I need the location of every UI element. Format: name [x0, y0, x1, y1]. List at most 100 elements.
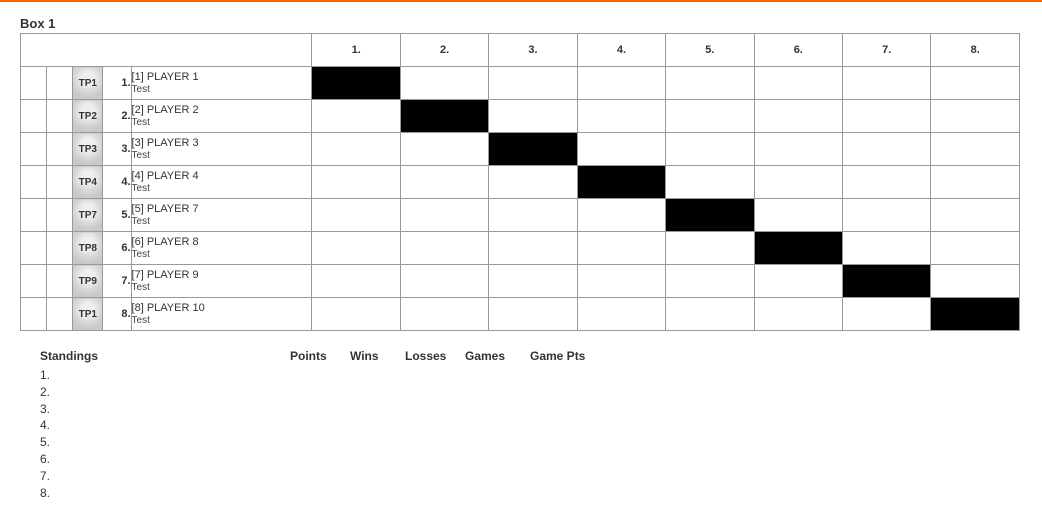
- self-cell: [843, 265, 931, 298]
- match-cell[interactable]: [489, 199, 577, 232]
- player-seed: [8]: [132, 302, 147, 314]
- col-wins: Wins: [350, 349, 395, 363]
- player-number: 1.: [103, 67, 131, 100]
- match-cell[interactable]: [754, 298, 842, 331]
- player-club: Test: [132, 117, 312, 129]
- row-stub: [47, 199, 73, 232]
- match-cell[interactable]: [931, 232, 1020, 265]
- player-name: PLAYER 4: [147, 170, 199, 182]
- player-code: TP7: [73, 199, 103, 232]
- match-cell[interactable]: [754, 67, 842, 100]
- match-cell[interactable]: [312, 166, 400, 199]
- row-stub: [47, 67, 73, 100]
- player-number: 5.: [103, 199, 131, 232]
- match-cell[interactable]: [666, 100, 754, 133]
- match-cell[interactable]: [666, 232, 754, 265]
- match-cell[interactable]: [312, 100, 400, 133]
- player-club: Test: [132, 282, 312, 294]
- table-row: TP86.[6] PLAYER 8Test: [21, 232, 1020, 265]
- match-cell[interactable]: [400, 67, 488, 100]
- player-seed: [4]: [132, 170, 147, 182]
- col-header-2: 2.: [400, 34, 488, 67]
- row-stub: [47, 232, 73, 265]
- self-cell: [931, 298, 1020, 331]
- player-club: Test: [132, 150, 312, 162]
- match-cell[interactable]: [400, 232, 488, 265]
- match-cell[interactable]: [577, 199, 665, 232]
- match-cell[interactable]: [489, 265, 577, 298]
- standings-item: 3.: [40, 401, 260, 418]
- match-cell[interactable]: [666, 67, 754, 100]
- match-cell[interactable]: [400, 199, 488, 232]
- match-cell[interactable]: [400, 298, 488, 331]
- match-cell[interactable]: [754, 100, 842, 133]
- match-cell[interactable]: [400, 265, 488, 298]
- match-cell[interactable]: [489, 67, 577, 100]
- col-header-4: 4.: [577, 34, 665, 67]
- match-cell[interactable]: [312, 298, 400, 331]
- match-cell[interactable]: [312, 199, 400, 232]
- match-cell[interactable]: [754, 133, 842, 166]
- match-cell[interactable]: [931, 100, 1020, 133]
- match-cell[interactable]: [754, 166, 842, 199]
- match-cell[interactable]: [489, 232, 577, 265]
- match-cell[interactable]: [312, 133, 400, 166]
- match-cell[interactable]: [931, 199, 1020, 232]
- match-cell[interactable]: [577, 67, 665, 100]
- match-cell[interactable]: [312, 265, 400, 298]
- row-stub: [47, 100, 73, 133]
- match-cell[interactable]: [754, 265, 842, 298]
- crosstab-table: 1.2.3.4.5.6.7.8. TP11.[1] PLAYER 1TestTP…: [20, 33, 1020, 331]
- table-row: TP11.[1] PLAYER 1Test: [21, 67, 1020, 100]
- match-cell[interactable]: [577, 265, 665, 298]
- match-cell[interactable]: [931, 265, 1020, 298]
- match-cell[interactable]: [577, 298, 665, 331]
- player-code: TP4: [73, 166, 103, 199]
- player-name-cell: [4] PLAYER 4Test: [131, 166, 312, 199]
- match-cell[interactable]: [754, 199, 842, 232]
- player-code: TP3: [73, 133, 103, 166]
- player-club: Test: [132, 84, 312, 96]
- match-cell[interactable]: [843, 199, 931, 232]
- match-cell[interactable]: [843, 100, 931, 133]
- standings-item: 6.: [40, 451, 260, 468]
- match-cell[interactable]: [666, 133, 754, 166]
- match-cell[interactable]: [312, 232, 400, 265]
- match-cell[interactable]: [666, 166, 754, 199]
- match-cell[interactable]: [931, 133, 1020, 166]
- table-row: TP22.[2] PLAYER 2Test: [21, 100, 1020, 133]
- player-number: 2.: [103, 100, 131, 133]
- match-cell[interactable]: [489, 298, 577, 331]
- match-cell[interactable]: [843, 232, 931, 265]
- match-cell[interactable]: [489, 100, 577, 133]
- match-cell[interactable]: [843, 166, 931, 199]
- row-stub: [47, 166, 73, 199]
- table-row: TP33.[3] PLAYER 3Test: [21, 133, 1020, 166]
- match-cell[interactable]: [400, 133, 488, 166]
- player-number: 8.: [103, 298, 131, 331]
- player-name: PLAYER 1: [147, 71, 199, 83]
- header-stub: [21, 34, 312, 67]
- player-name-cell: [3] PLAYER 3Test: [131, 133, 312, 166]
- match-cell[interactable]: [843, 133, 931, 166]
- match-cell[interactable]: [931, 166, 1020, 199]
- player-name: PLAYER 3: [147, 137, 199, 149]
- player-name-cell: [2] PLAYER 2Test: [131, 100, 312, 133]
- match-cell[interactable]: [843, 67, 931, 100]
- table-row: TP44.[4] PLAYER 4Test: [21, 166, 1020, 199]
- col-header-6: 6.: [754, 34, 842, 67]
- match-cell[interactable]: [489, 166, 577, 199]
- match-cell[interactable]: [666, 298, 754, 331]
- match-cell[interactable]: [577, 232, 665, 265]
- player-code: TP8: [73, 232, 103, 265]
- col-losses: Losses: [405, 349, 455, 363]
- match-cell[interactable]: [931, 67, 1020, 100]
- match-cell[interactable]: [577, 133, 665, 166]
- standings-item: 2.: [40, 384, 260, 401]
- table-row: TP97.[7] PLAYER 9Test: [21, 265, 1020, 298]
- match-cell[interactable]: [843, 298, 931, 331]
- match-cell[interactable]: [666, 265, 754, 298]
- player-number: 7.: [103, 265, 131, 298]
- match-cell[interactable]: [400, 166, 488, 199]
- match-cell[interactable]: [577, 100, 665, 133]
